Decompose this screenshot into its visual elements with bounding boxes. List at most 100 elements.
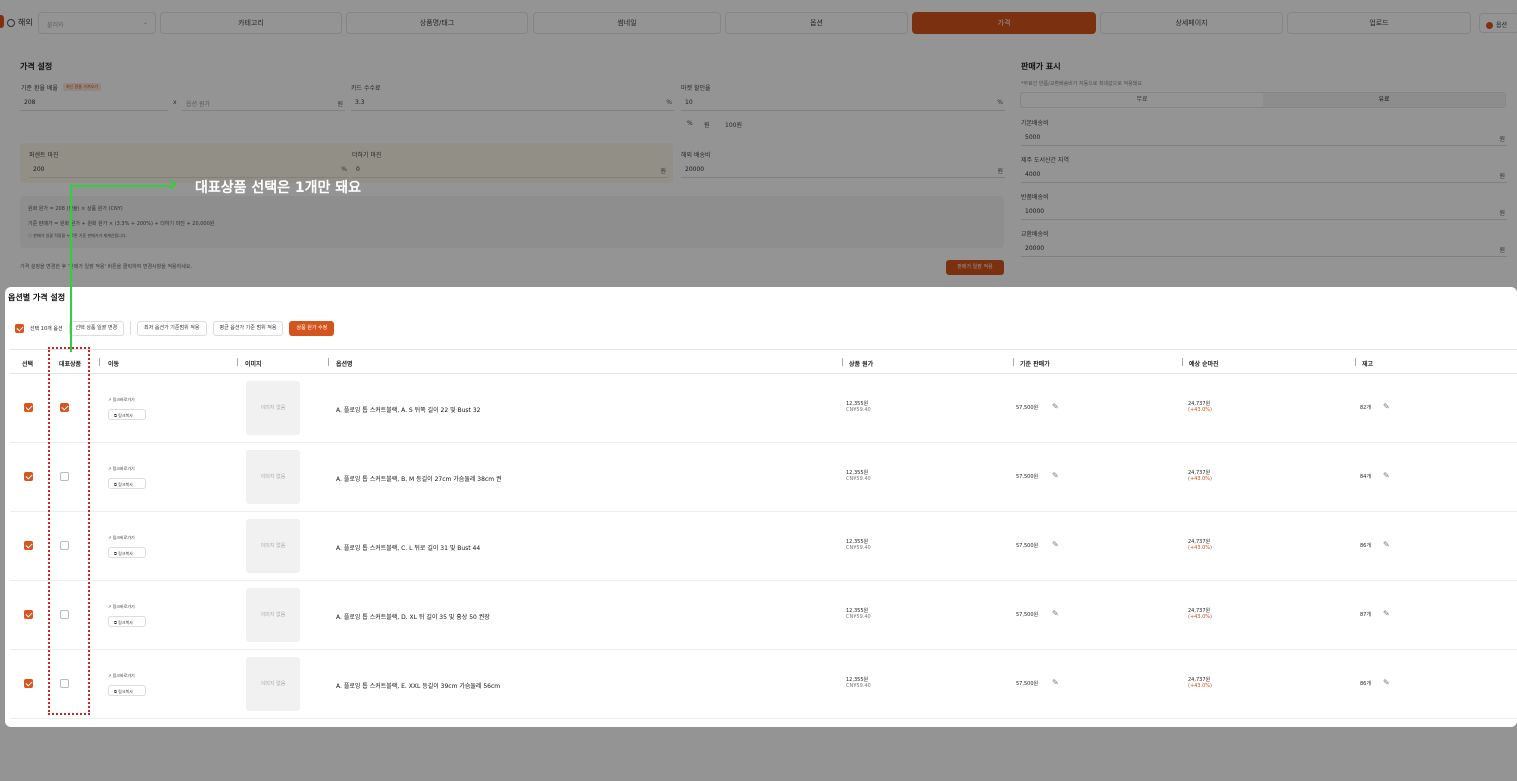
option-name: A. 플로잉 톱 스커트블랙, A. S 뒤쪽 길이 22 및 Bust 32 <box>336 407 481 414</box>
edit-pencil-icon[interactable]: ✎ <box>1383 402 1390 411</box>
stock-value: 86개 <box>1360 681 1371 687</box>
cost-cny: CN¥59.40 <box>846 614 871 620</box>
link-go-button[interactable]: ↗ 링크바로가기 <box>108 466 135 472</box>
edit-pencil-icon[interactable]: ✎ <box>1383 471 1390 480</box>
th-divider <box>328 358 329 366</box>
no-image-placeholder: 이미지 없음 <box>246 519 300 573</box>
no-image-placeholder: 이미지 없음 <box>246 450 300 504</box>
callout-arrow-line <box>70 186 72 352</box>
th-image: 이미지 <box>245 361 262 368</box>
link-copy-button[interactable]: ⧉ 링크복사 <box>108 409 146 420</box>
toolbar-divider <box>130 321 132 335</box>
no-image-placeholder: 이미지 없음 <box>246 381 300 435</box>
cost-cny: CN¥59.40 <box>846 476 871 482</box>
cost-krw: 12,355원 <box>846 539 869 545</box>
table-row: ↗ 링크바로가기 ⧉ 링크복사 이미지 없음 A. 플로잉 톱 스커트블랙, E… <box>10 650 1517 719</box>
stock-value: 87개 <box>1360 612 1371 618</box>
margin-percent: (+43.0%) <box>1188 476 1212 482</box>
th-option-name: 옵션명 <box>336 361 353 368</box>
th-divider <box>237 358 238 366</box>
representative-column-highlight <box>48 347 90 715</box>
cost-cny: CN¥59.40 <box>846 683 871 689</box>
edit-pencil-icon[interactable]: ✎ <box>1052 471 1059 480</box>
stock-value: 86개 <box>1360 543 1371 549</box>
th-divider <box>1182 358 1183 366</box>
cost-cny: CN¥59.40 <box>846 407 871 413</box>
option-name: A. 플로잉 톱 스커트블랙, E. XXL 등길이 39cm 가슴둘레 56c… <box>336 683 501 690</box>
edit-pencil-icon[interactable]: ✎ <box>1052 540 1059 549</box>
link-go-button[interactable]: ↗ 링크바로가기 <box>108 673 135 679</box>
row-select-checkbox[interactable] <box>24 541 33 550</box>
edit-cost-button[interactable]: 상품 원가 수정 <box>289 320 335 336</box>
link-go-button[interactable]: ↗ 링크바로가기 <box>108 604 135 610</box>
row-select-checkbox[interactable] <box>24 472 33 481</box>
margin-value: 24,737원 <box>1188 470 1211 476</box>
th-divider <box>99 358 100 366</box>
base-price: 57,500원 <box>1016 681 1039 687</box>
th-select: 선택 <box>22 361 34 368</box>
margin-value: 24,737원 <box>1188 608 1211 614</box>
th-base-price: 기준 판매가 <box>1020 361 1050 368</box>
callout-text: 대표상품 선택은 1개만 돼요 <box>195 180 362 196</box>
link-copy-button[interactable]: ⧉ 링크복사 <box>108 616 146 627</box>
edit-pencil-icon[interactable]: ✎ <box>1383 609 1390 618</box>
edit-pencil-icon[interactable]: ✎ <box>1052 609 1059 618</box>
bulk-change-button[interactable]: 선택 상품 일괄 변경 <box>68 320 125 336</box>
row-select-checkbox[interactable] <box>24 403 33 412</box>
table-row: ↗ 링크바로가기 ⧉ 링크복사 이미지 없음 A. 플로잉 톱 스커트블랙, B… <box>10 443 1517 512</box>
table-row: ↗ 링크바로가기 ⧉ 링크복사 이미지 없음 A. 플로잉 톱 스커트블랙, D… <box>10 581 1517 650</box>
base-price: 57,500원 <box>1016 612 1039 618</box>
link-copy-button[interactable]: ⧉ 링크복사 <box>108 478 146 489</box>
link-go-button[interactable]: ↗ 링크바로가기 <box>108 397 135 403</box>
cost-krw: 12,355원 <box>846 470 869 476</box>
base-price: 57,500원 <box>1016 405 1039 411</box>
margin-value: 24,737원 <box>1188 539 1211 545</box>
callout-arrow-line <box>70 185 171 187</box>
cost-cny: CN¥59.40 <box>846 545 871 551</box>
cost-krw: 12,355원 <box>846 401 869 407</box>
avg-option-apply-button[interactable]: 평균 옵션가 기준 범위 적용 <box>212 320 284 336</box>
edit-pencil-icon[interactable]: ✎ <box>1052 402 1059 411</box>
th-divider <box>1013 358 1014 366</box>
margin-percent: (+43.0%) <box>1188 545 1212 551</box>
margin-value: 24,737원 <box>1188 401 1211 407</box>
table-header: 선택 대표상품 이동 이미지 옵션명 상품 원가 기준 판매가 예상 순마진 재… <box>10 349 1517 374</box>
row-select-checkbox[interactable] <box>24 679 33 688</box>
table-row: ↗ 링크바로가기 ⧉ 링크복사 이미지 없음 A. 플로잉 톱 스커트블랙, A… <box>10 374 1517 443</box>
no-image-placeholder: 이미지 없음 <box>246 657 300 711</box>
option-toolbar: 선택 10개 옵션 선택 상품 일괄 변경 최저 옵션가 기준범위 적용 평균 … <box>15 319 335 337</box>
stock-value: 82개 <box>1360 405 1371 411</box>
no-image-placeholder: 이미지 없음 <box>246 588 300 642</box>
th-cost: 상품 원가 <box>849 361 874 368</box>
th-stock: 재고 <box>1362 361 1374 368</box>
link-copy-button[interactable]: ⧉ 링크복사 <box>108 685 146 696</box>
option-name: A. 플로잉 톱 스커트블랙, C. L 뒤로 길이 31 및 Bust 44 <box>336 545 481 552</box>
th-divider <box>1355 358 1356 366</box>
base-price: 57,500원 <box>1016 474 1039 480</box>
margin-percent: (+43.0%) <box>1188 614 1212 620</box>
option-name: A. 플로잉 톱 스커트블랙, D. XL 뒤 길이 35 및 흉상 50 권장 <box>336 614 490 621</box>
cost-krw: 12,355원 <box>846 608 869 614</box>
base-price: 57,500원 <box>1016 543 1039 549</box>
edit-pencil-icon[interactable]: ✎ <box>1052 678 1059 687</box>
select-count-label: 선택 10개 옵션 <box>30 325 63 332</box>
option-name: A. 플로잉 톱 스커트블랙, B. M 등길이 27cm 가슴둘레 38cm … <box>336 476 502 483</box>
min-option-apply-button[interactable]: 최저 옵션가 기준범위 적용 <box>137 320 207 336</box>
th-move: 이동 <box>108 361 120 368</box>
cost-krw: 12,355원 <box>846 677 869 683</box>
margin-percent: (+43.0%) <box>1188 407 1212 413</box>
select-all-checkbox[interactable] <box>15 323 24 333</box>
row-select-checkbox[interactable] <box>24 610 33 619</box>
link-go-button[interactable]: ↗ 링크바로가기 <box>108 535 135 541</box>
th-divider <box>842 358 843 366</box>
th-margin: 예상 순마진 <box>1189 361 1219 368</box>
edit-pencil-icon[interactable]: ✎ <box>1383 540 1390 549</box>
stock-value: 84개 <box>1360 474 1371 480</box>
margin-percent: (+43.0%) <box>1188 683 1212 689</box>
margin-value: 24,737원 <box>1188 677 1211 683</box>
option-price-title: 옵션별 가격 설정 <box>8 293 66 302</box>
edit-pencil-icon[interactable]: ✎ <box>1383 678 1390 687</box>
table-row: ↗ 링크바로가기 ⧉ 링크복사 이미지 없음 A. 플로잉 톱 스커트블랙, C… <box>10 512 1517 581</box>
link-copy-button[interactable]: ⧉ 링크복사 <box>108 547 146 558</box>
option-price-panel: 옵션별 가격 설정 선택 10개 옵션 선택 상품 일괄 변경 최저 옵션가 기… <box>5 287 1517 727</box>
